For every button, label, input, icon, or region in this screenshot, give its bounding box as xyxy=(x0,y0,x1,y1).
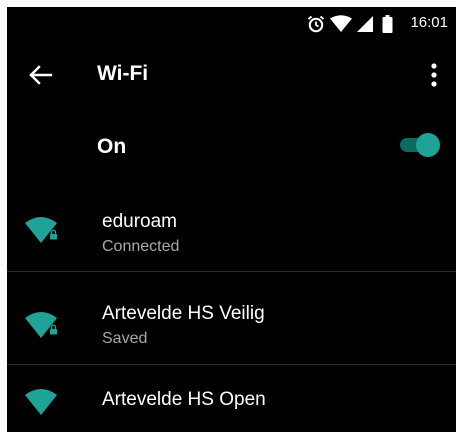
app-bar: Wi-Fi xyxy=(7,39,456,109)
battery-icon xyxy=(382,15,393,38)
network-name: eduroam xyxy=(102,211,177,232)
toggle-thumb xyxy=(416,133,440,157)
network-name: Artevelde HS Veilig xyxy=(102,303,265,324)
network-status: Connected xyxy=(102,238,180,255)
network-status: Saved xyxy=(102,330,148,347)
wifi-lock-icon xyxy=(25,215,63,243)
wifi-signal-icon xyxy=(330,15,352,38)
cell-signal-icon xyxy=(357,15,373,38)
wifi-toggle[interactable] xyxy=(398,133,442,157)
network-item-eduroam[interactable]: eduroam Connected xyxy=(7,181,456,271)
network-name: Artevelde HS Open xyxy=(102,389,266,410)
arrow-back-icon[interactable] xyxy=(27,63,55,87)
network-item-artevelde-hs-open[interactable]: Artevelde HS Open xyxy=(7,365,456,432)
wifi-master-switch-row[interactable]: On xyxy=(7,109,456,181)
switch-label: On xyxy=(97,135,127,158)
page-title: Wi-Fi xyxy=(97,62,149,85)
status-time: 16:01 xyxy=(410,14,448,31)
alarm-icon xyxy=(307,15,325,38)
wifi-settings-screen: 16:01 Wi-Fi On eduroam Connected Artevel… xyxy=(7,7,456,432)
status-bar: 16:01 xyxy=(7,7,456,39)
wifi-lock-icon xyxy=(25,310,63,338)
wifi-icon xyxy=(25,387,63,415)
network-item-artevelde-hs-veilig[interactable]: Artevelde HS Veilig Saved xyxy=(7,272,456,364)
more-vert-icon[interactable] xyxy=(422,59,446,91)
